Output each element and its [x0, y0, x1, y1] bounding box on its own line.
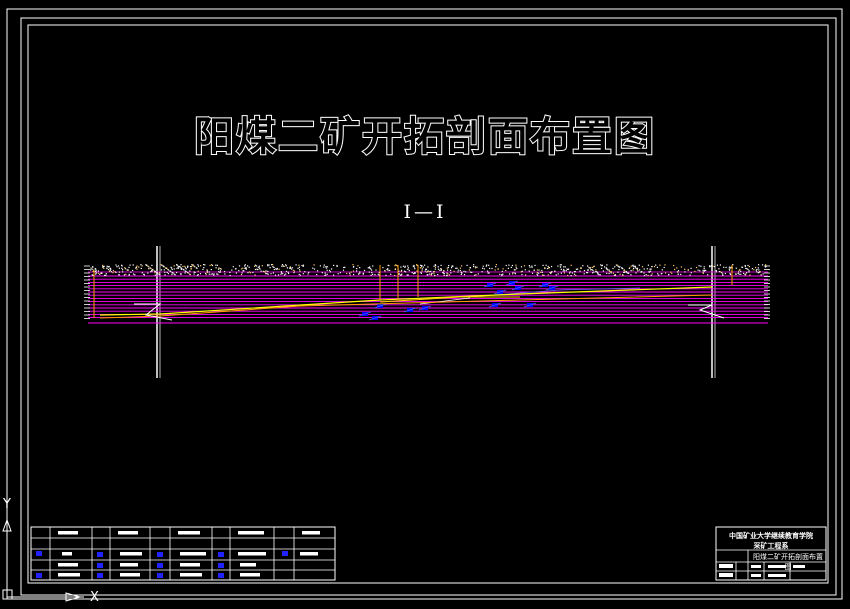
outer-border [6, 8, 843, 600]
cad-drawing-canvas [2, 8, 843, 602]
surface-overburden [90, 264, 767, 277]
geological-section [84, 246, 770, 378]
section-label: Ⅰ—Ⅰ [403, 201, 447, 223]
ucs-y-label: Y [3, 497, 11, 512]
title-block-drawing-name: 阳煤二矿开拓剖面布置图 [753, 553, 823, 571]
ucs-x-label: X [90, 590, 99, 605]
drawing-title: 阳煤二矿开拓剖面布置图 [193, 113, 656, 161]
title-block-school: 中国矿业大学继续教育学院 [729, 532, 813, 540]
title-block-department: 采矿工程系 [753, 542, 789, 550]
revision-table [30, 526, 336, 581]
